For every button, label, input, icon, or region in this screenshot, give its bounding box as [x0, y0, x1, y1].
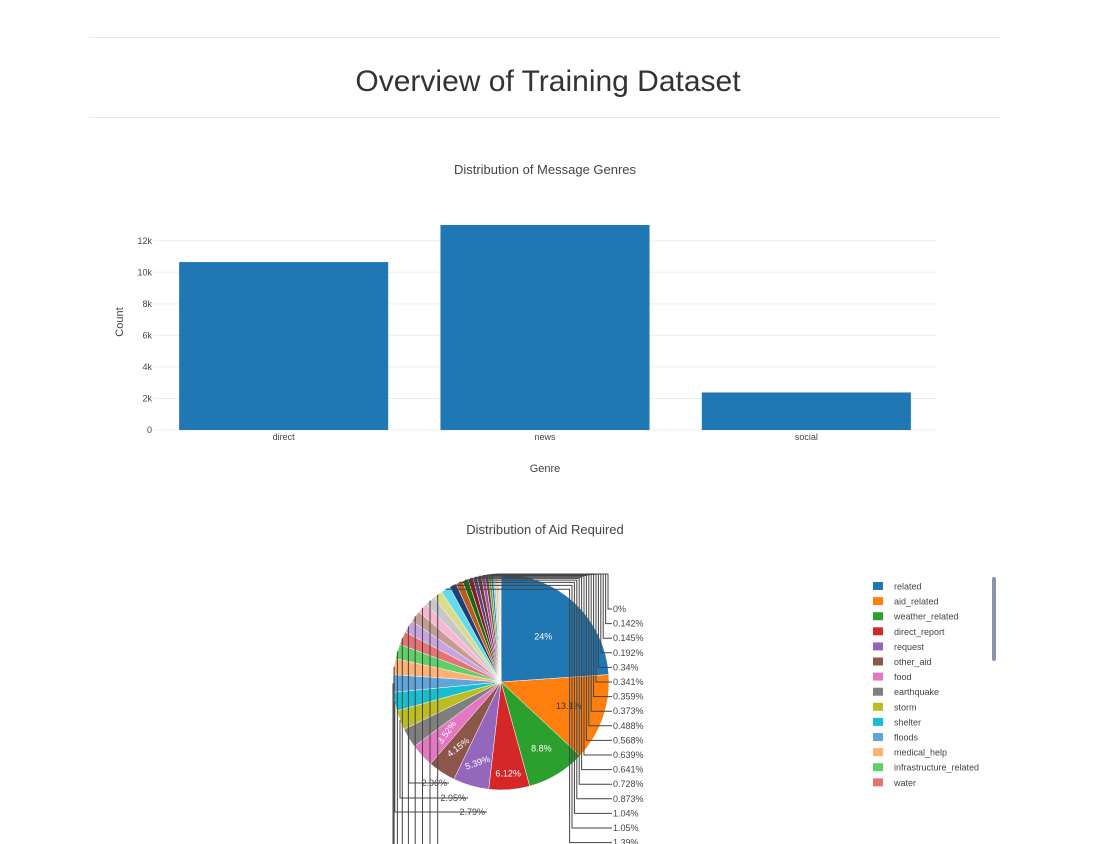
pie-outside-label: 0.142%	[613, 619, 644, 629]
bar-chart-title: Distribution of Message Genres	[454, 162, 637, 177]
pie-slice-label: 24%	[534, 632, 552, 642]
bar-chart-x-ticks: direct news social	[273, 432, 818, 442]
legend-swatch	[873, 717, 883, 726]
legend-item-aid-related[interactable]: aid_related	[873, 597, 939, 607]
title-divider	[89, 117, 1000, 118]
pie-outside-label: 0.192%	[613, 648, 644, 658]
legend-item-water[interactable]: water	[873, 778, 916, 788]
pie-outside-label: 0.568%	[613, 735, 644, 745]
bar-direct[interactable]	[179, 262, 389, 430]
legend-item-medical-help[interactable]: medical_help	[873, 748, 947, 758]
legend-label: direct_report	[894, 627, 945, 637]
legend-swatch	[873, 612, 883, 621]
genre-bar-chart: Distribution of Message Genres 0 2k 4k 6k 8k…	[114, 162, 937, 475]
pie-outside-label: 0.641%	[613, 765, 644, 775]
pie-outside-label: 0.373%	[613, 706, 644, 716]
bar-news[interactable]	[440, 225, 650, 430]
legend-swatch	[873, 627, 883, 636]
legend-item-floods[interactable]: floods	[873, 733, 919, 743]
pie-slice-label: 8.8%	[531, 744, 552, 754]
legend-label: infrastructure_related	[894, 763, 979, 773]
legend-label: related	[894, 582, 922, 592]
legend-swatch	[873, 778, 883, 787]
pie-outside-label: 0.34%	[613, 662, 639, 672]
pie-outside-label: 2.96%	[421, 778, 447, 788]
pie-outside-label: 0.341%	[613, 677, 644, 687]
top-divider	[89, 37, 1000, 38]
y-tick-label: 4k	[142, 362, 152, 372]
legend-swatch	[873, 763, 883, 772]
legend-item-related[interactable]: related	[873, 582, 922, 592]
x-tick-label: direct	[273, 432, 296, 442]
y-tick-label: 8k	[142, 299, 152, 309]
legend-swatch	[873, 597, 883, 606]
legend-scrollbar[interactable]	[992, 577, 996, 661]
y-tick-label: 6k	[142, 330, 152, 340]
legend-swatch	[873, 748, 883, 757]
pie-slice-label: 6.12%	[495, 769, 521, 779]
bar-chart-y-ticks: 0 2k 4k 6k 8k 10k 12k	[137, 236, 152, 435]
legend-item-food[interactable]: food	[873, 672, 912, 682]
legend-item-shelter[interactable]: shelter	[873, 717, 921, 727]
pie-outside-label: 1.04%	[613, 808, 639, 818]
pie-outside-label: 0.639%	[613, 750, 644, 760]
pie-outside-label: 0.488%	[613, 721, 644, 731]
legend-label: shelter	[894, 717, 921, 727]
bar-chart-ylabel: Count	[114, 307, 126, 336]
legend-item-other-aid[interactable]: other_aid	[873, 657, 932, 667]
legend-label: food	[894, 672, 912, 682]
legend-label: weather_related	[893, 612, 959, 622]
legend-label: storm	[894, 702, 917, 712]
legend-item-storm[interactable]: storm	[873, 702, 917, 712]
pie-chart-title: Distribution of Aid Required	[466, 522, 624, 537]
legend-item-direct-report[interactable]: direct_report	[873, 627, 945, 637]
pie-outside-label: 0%	[613, 604, 626, 614]
bar-social[interactable]	[701, 392, 911, 430]
legend-item-infrastructure-related[interactable]: infrastructure_related	[873, 763, 979, 773]
pie-outside-label: 0.145%	[613, 633, 644, 643]
page-title: Overview of Training Dataset	[355, 65, 741, 98]
pie-legend: related aid_related weather_related direct_…	[873, 582, 979, 788]
pie-outside-label: 2.79%	[459, 807, 485, 817]
legend-swatch	[873, 733, 883, 741]
legend-label: request	[894, 642, 925, 652]
legend-label: water	[893, 778, 916, 788]
pie-outside-label: 0.728%	[613, 779, 644, 789]
legend-label: other_aid	[894, 657, 932, 667]
pie-outside-label: 0.359%	[613, 692, 644, 702]
x-tick-label: news	[534, 432, 556, 442]
legend-swatch	[873, 687, 883, 696]
legend-swatch	[873, 702, 883, 711]
pie-outside-label: 0.873%	[613, 794, 644, 804]
y-tick-label: 0	[147, 425, 152, 435]
legend-label: earthquake	[894, 687, 939, 697]
legend-label: floods	[894, 733, 919, 743]
legend-item-earthquake[interactable]: earthquake	[873, 687, 939, 697]
legend-swatch	[873, 657, 883, 666]
legend-item-request[interactable]: request	[873, 642, 925, 652]
legend-item-weather-related[interactable]: weather_related	[873, 612, 959, 622]
legend-swatch	[873, 582, 883, 590]
aid-pie-chart: Distribution of Aid Required 24% 13.1% 8.8…	[392, 522, 996, 844]
legend-label: aid_related	[894, 597, 939, 607]
y-tick-label: 10k	[137, 267, 152, 277]
legend-swatch	[873, 672, 883, 681]
pie-outside-label: 2.95%	[440, 793, 466, 803]
pie-outside-label: 1.39%	[613, 838, 639, 844]
bar-chart-bars	[179, 225, 911, 430]
pie-outside-label: 1.05%	[613, 823, 639, 833]
x-tick-label: social	[795, 432, 818, 442]
bar-chart-xlabel: Genre	[530, 463, 561, 475]
y-tick-label: 12k	[137, 236, 152, 246]
pie-slice-label: 13.1%	[556, 701, 582, 711]
legend-label: medical_help	[894, 748, 947, 758]
y-tick-label: 2k	[142, 393, 152, 403]
legend-swatch	[873, 642, 883, 651]
pie-slice[interactable]	[500, 573, 610, 683]
